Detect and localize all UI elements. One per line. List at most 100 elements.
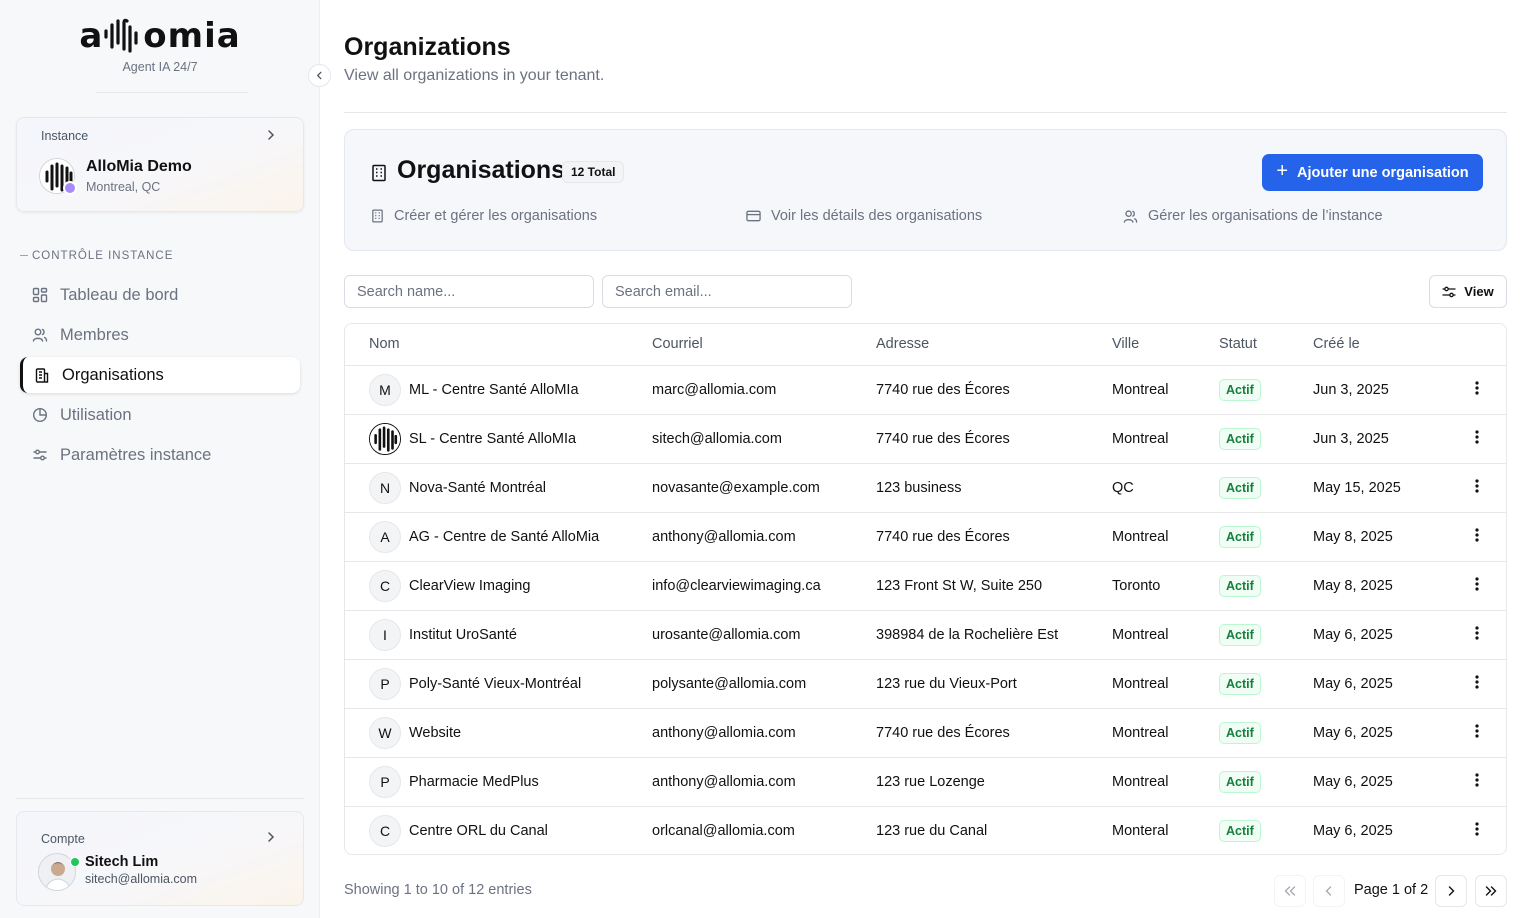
cell-cree-le: May 6, 2025 — [1313, 610, 1453, 660]
org-name[interactable]: Pharmacie MedPlus — [409, 774, 539, 790]
table-row[interactable]: I Institut UroSanté urosante@allomia.com 39… — [345, 610, 1506, 660]
brand-wave-icon — [104, 18, 138, 53]
search-email-input[interactable] — [602, 275, 852, 308]
instance-selector[interactable]: Instance AlloMia Demo Montreal, QC — [16, 117, 304, 212]
org-name[interactable]: Centre ORL du Canal — [409, 823, 548, 839]
nav-item-organisations[interactable]: Organisations — [20, 357, 300, 393]
first-page-button[interactable] — [1274, 875, 1306, 907]
cell-ville: Montreal — [1112, 610, 1219, 660]
table-row[interactable]: W Website anthony@allomia.com 7740 rue des … — [345, 708, 1506, 758]
table-row[interactable]: P Poly-Santé Vieux-Montréal polysante@allo… — [345, 659, 1506, 709]
brand-logo[interactable]: a omia Agent IA 24/7 — [0, 16, 320, 74]
table-row[interactable]: C ClearView Imaging info@clearviewimaging.… — [345, 561, 1506, 611]
table-row[interactable]: C Centre ORL du Canal orlcanal@allomia.com… — [345, 806, 1506, 854]
status-badge: Actif — [1219, 721, 1261, 744]
row-actions-button[interactable] — [1453, 806, 1506, 854]
status-badge: Actif — [1219, 672, 1261, 695]
row-actions-button[interactable] — [1453, 610, 1506, 660]
row-actions-button[interactable] — [1453, 561, 1506, 611]
cell-nom: A AG - Centre de Santé AlloMia — [345, 512, 652, 562]
feature-manage: Gérer les organisations de l’instance — [1123, 208, 1383, 224]
next-page-button[interactable] — [1435, 875, 1467, 907]
cell-statut: Actif — [1219, 757, 1313, 807]
org-avatar: P — [369, 667, 401, 700]
feature-label: Créer et gérer les organisations — [394, 208, 598, 224]
row-actions-button[interactable] — [1453, 659, 1506, 709]
org-name[interactable]: Poly-Santé Vieux-Montréal — [409, 676, 581, 692]
cell-cree-le: May 6, 2025 — [1313, 757, 1453, 807]
table-row[interactable]: P Pharmacie MedPlus anthony@allomia.com 123… — [345, 757, 1506, 807]
column-header-ville[interactable]: Ville — [1112, 324, 1219, 366]
nav-item-usage[interactable]: Utilisation — [20, 397, 300, 433]
last-page-button[interactable] — [1475, 875, 1507, 907]
cell-adresse: 7740 rue des Écores — [876, 512, 1112, 562]
card-icon — [746, 210, 761, 222]
cell-cree-le: May 8, 2025 — [1313, 512, 1453, 562]
table-row[interactable]: SL - Centre Santé AlloMIa sitech@allomia.… — [345, 414, 1506, 464]
row-actions-button[interactable] — [1453, 708, 1506, 758]
cell-ville: QC — [1112, 463, 1219, 513]
table-row[interactable]: M ML - Centre Santé AlloMIa marc@allomia.c… — [345, 365, 1506, 415]
status-badge: Actif — [1219, 427, 1261, 450]
org-name[interactable]: ML - Centre Santé AlloMIa — [409, 382, 579, 398]
cell-courriel: info@clearviewimaging.ca — [652, 561, 876, 611]
add-organisation-button[interactable]: + Ajouter une organisation — [1262, 154, 1483, 191]
collapse-sidebar-button[interactable] — [308, 64, 331, 87]
cell-courriel: urosante@allomia.com — [652, 610, 876, 660]
org-name[interactable]: Institut UroSanté — [409, 627, 517, 643]
pagination-summary: Showing 1 to 10 of 12 entries — [344, 882, 532, 898]
cell-ville: Montreal — [1112, 708, 1219, 758]
org-name[interactable]: AG - Centre de Santé AlloMia — [409, 529, 599, 545]
cell-courriel: anthony@allomia.com — [652, 757, 876, 807]
organisations-table: Nom Courriel Adresse Ville Statut Créé l… — [344, 323, 1507, 855]
column-header-cree-le[interactable]: Créé le — [1313, 324, 1453, 366]
org-name[interactable]: Nova-Santé Montréal — [409, 480, 546, 496]
nav-label: Membres — [60, 325, 129, 344]
org-name[interactable]: Website — [409, 725, 461, 741]
nav-item-members[interactable]: Membres — [20, 317, 300, 353]
cell-ville: Toronto — [1112, 561, 1219, 611]
nav-item-dashboard[interactable]: Tableau de bord — [20, 277, 300, 313]
row-actions-button[interactable] — [1453, 365, 1506, 415]
organisations-panel: Organisations 12 Total + Ajouter une org… — [344, 129, 1507, 251]
cell-cree-le: May 15, 2025 — [1313, 463, 1453, 513]
row-actions-button[interactable] — [1453, 414, 1506, 464]
table-row[interactable]: A AG - Centre de Santé AlloMia anthony@all… — [345, 512, 1506, 562]
view-options-button[interactable]: View — [1429, 275, 1507, 308]
instance-name: AlloMia Demo — [86, 158, 192, 175]
cell-statut: Actif — [1219, 561, 1313, 611]
account-menu[interactable]: Compte Sitech Lim sitech@allomia.com — [16, 811, 304, 906]
nav-label: Organisations — [62, 365, 164, 384]
cell-courriel: anthony@allomia.com — [652, 512, 876, 562]
column-header-courriel[interactable]: Courriel — [652, 324, 876, 366]
org-avatar: N — [369, 471, 401, 504]
column-header-statut[interactable]: Statut — [1219, 324, 1313, 366]
row-actions-button[interactable] — [1453, 463, 1506, 513]
nav-item-settings[interactable]: Paramètres instance — [20, 437, 300, 473]
column-header-adresse[interactable]: Adresse — [876, 324, 1112, 366]
table-row[interactable]: N Nova-Santé Montréal novasante@example.co… — [345, 463, 1506, 513]
status-badge: Actif — [1219, 378, 1261, 401]
cell-nom: P Pharmacie MedPlus — [345, 757, 652, 807]
org-avatar: I — [369, 618, 401, 651]
cell-statut: Actif — [1219, 414, 1313, 464]
search-name-input[interactable] — [344, 275, 594, 308]
previous-page-button[interactable] — [1313, 875, 1345, 907]
cell-statut: Actif — [1219, 806, 1313, 854]
chevron-right-icon — [265, 128, 277, 144]
section-title: CONTRÔLE INSTANCE — [20, 250, 173, 262]
instance-location: Montreal, QC — [86, 180, 161, 194]
page-subtitle: View all organizations in your tenant. — [344, 67, 605, 84]
row-actions-button[interactable] — [1453, 757, 1506, 807]
column-header-nom[interactable]: Nom — [345, 324, 652, 366]
org-name[interactable]: SL - Centre Santé AlloMIa — [409, 431, 576, 447]
org-name[interactable]: ClearView Imaging — [409, 578, 530, 594]
cell-courriel: sitech@allomia.com — [652, 414, 876, 464]
row-actions-button[interactable] — [1453, 512, 1506, 562]
account-label: Compte — [41, 832, 85, 846]
building-icon — [34, 367, 50, 383]
building-icon — [371, 164, 387, 187]
org-avatar: M — [369, 373, 401, 406]
cell-cree-le: Jun 3, 2025 — [1313, 365, 1453, 415]
divider — [344, 112, 1507, 113]
